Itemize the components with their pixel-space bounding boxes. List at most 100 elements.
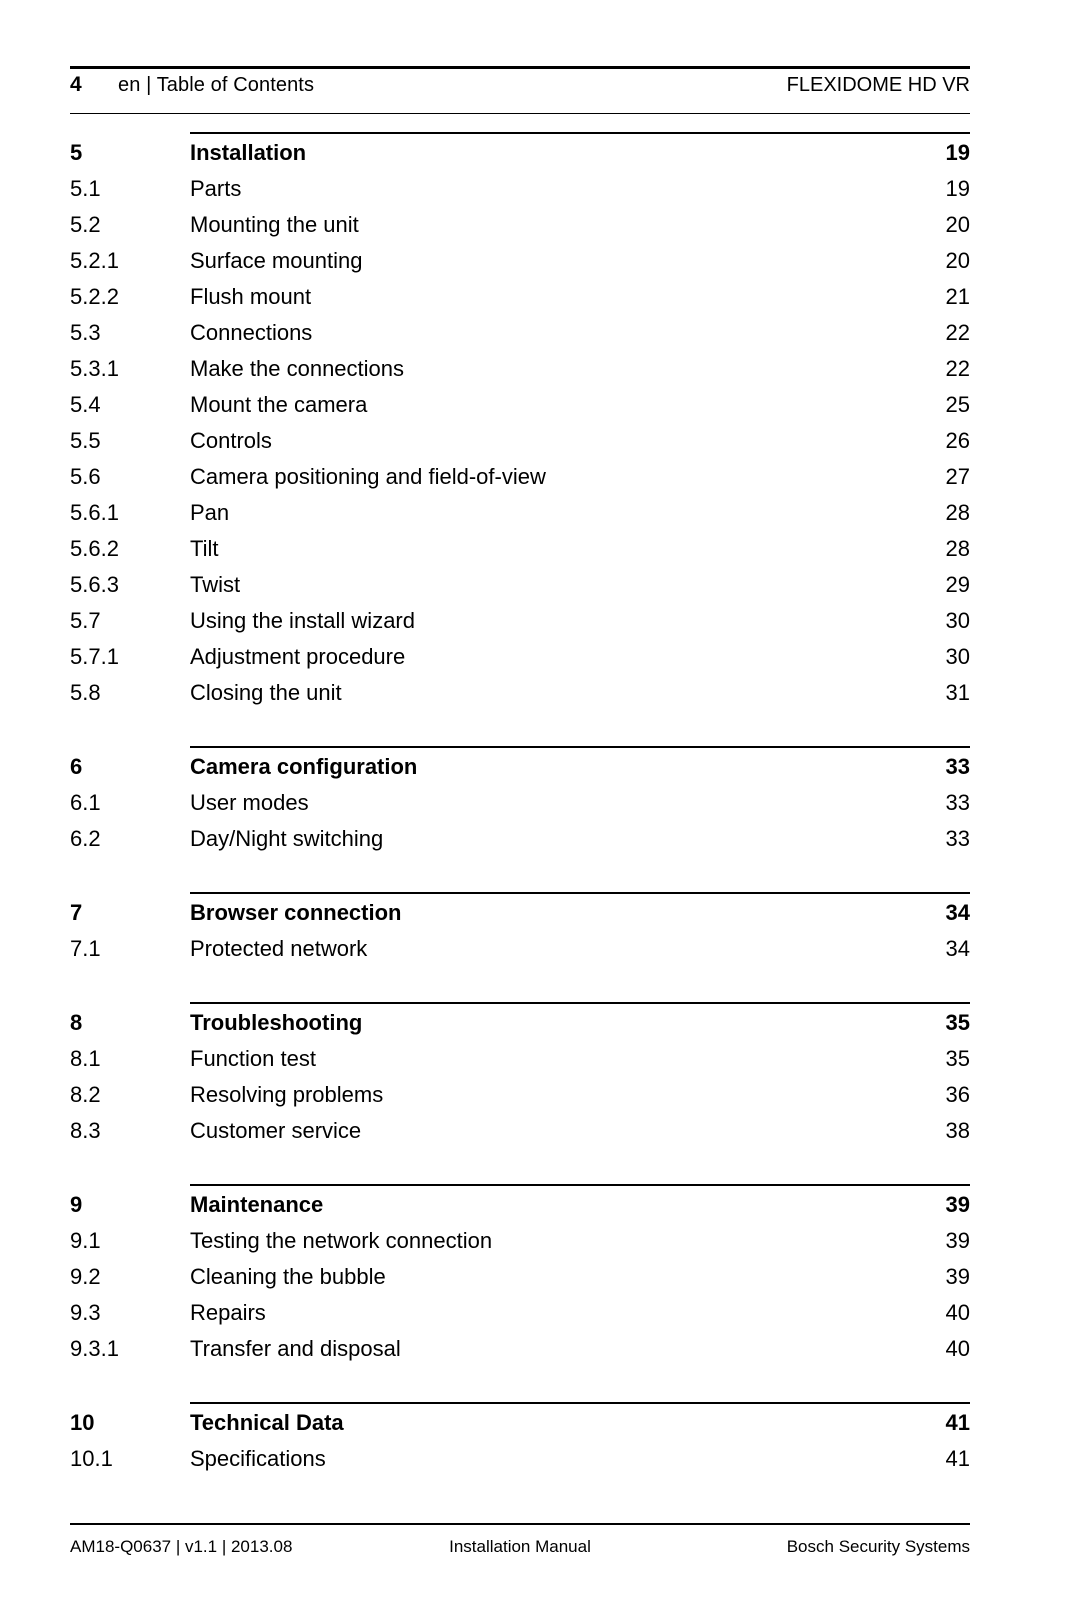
toc-entry[interactable]: 9.3.1 Transfer and disposal 40 (70, 1336, 970, 1372)
toc-section-rule (190, 1184, 970, 1186)
toc-entry-number: 8.2 (70, 1082, 101, 1107)
toc-entry-title: Function test (190, 1046, 316, 1071)
toc-entry[interactable]: 9.1 Testing the network connection 39 (70, 1228, 970, 1264)
toc-entry[interactable]: 5.2.1 Surface mounting 20 (70, 248, 970, 284)
toc-entry-title: Flush mount (190, 284, 312, 309)
toc-entry-number: 6.2 (70, 826, 101, 851)
toc-entry-page-number: 41 (945, 1410, 970, 1435)
toc-entry[interactable]: 5.2 Mounting the unit 20 (70, 212, 970, 248)
toc-entry[interactable]: 9.2 Cleaning the bubble 39 (70, 1264, 970, 1300)
toc-entry[interactable]: 10 Technical Data 41 (70, 1410, 970, 1446)
toc-entry[interactable]: 5.3 Connections 22 (70, 320, 970, 356)
toc-entry-page-number: 34 (945, 900, 970, 925)
toc-entry-number: 6.1 (70, 790, 101, 815)
toc-entry[interactable]: 9.3 Repairs 40 (70, 1300, 970, 1336)
page-footer: AM18-Q0637 | v1.1 | 2013.08 Installation… (70, 1523, 970, 1557)
toc-entry-title: Technical Data (190, 1410, 344, 1435)
toc-entry-title: Testing the network connection (190, 1228, 493, 1253)
toc-entry-page-number: 30 (945, 644, 970, 669)
toc-section-block: 9 Maintenance 39 9.1 Testing the network con… (70, 1184, 970, 1372)
toc-entry[interactable]: 8.1 Function test 35 (70, 1046, 970, 1082)
toc-section-block: 5 Installation 19 5.1 Parts 19 5.2 Mounting the… (70, 132, 970, 716)
toc-entry-page-number: 33 (945, 754, 970, 779)
toc-entry-number: 9.3 (70, 1300, 101, 1325)
toc-entry-number: 7 (70, 900, 83, 925)
toc-section-rule (190, 1402, 970, 1404)
toc-entry[interactable]: 7.1 Protected network 34 (70, 936, 970, 972)
toc-section-rule (190, 892, 970, 894)
toc-entry-page-number: 41 (945, 1446, 970, 1471)
document-page: 4 en | Table of Contents FLEXIDOME HD VR… (0, 0, 1080, 1618)
toc-entry-number: 5.2.2 (70, 284, 119, 309)
toc-entry-title: Mounting the unit (190, 212, 359, 237)
toc-entry-page-number: 34 (945, 936, 970, 961)
toc-section-rule (190, 132, 970, 134)
toc-entry-number: 5.8 (70, 680, 101, 705)
toc-entry-page-number: 26 (945, 428, 970, 453)
toc-entry-title: Resolving problems (190, 1082, 384, 1107)
toc-entry-page-number: 39 (945, 1264, 970, 1289)
toc-entry-page-number: 25 (945, 392, 970, 417)
toc-entry[interactable]: 5.6 Camera positioning and field-of-view 2… (70, 464, 970, 500)
toc-entry-page-number: 21 (945, 284, 970, 309)
header-product-title: FLEXIDOME HD VR (786, 74, 970, 96)
toc-entry[interactable]: 5 Installation 19 (70, 140, 970, 176)
toc-entry-number: 9.1 (70, 1228, 101, 1253)
toc-entry[interactable]: 5.6.3 Twist 29 (70, 572, 970, 608)
toc-entry[interactable]: 5.5 Controls 26 (70, 428, 970, 464)
toc-entry[interactable]: 5.2.2 Flush mount 21 (70, 284, 970, 320)
toc-entry-number: 5.4 (70, 392, 101, 417)
toc-entry-title: Customer service (190, 1118, 362, 1143)
toc-entry-page-number: 33 (945, 826, 970, 851)
toc-entry[interactable]: 6.1 User modes 33 (70, 790, 970, 826)
toc-section-rule (190, 746, 970, 748)
toc-entry-title: Troubleshooting (190, 1010, 363, 1035)
toc-entry-number: 5 (70, 140, 83, 165)
toc-entry-page-number: 29 (945, 572, 970, 597)
toc-entry[interactable]: 8 Troubleshooting 35 (70, 1010, 970, 1046)
toc-entry-number: 5.5 (70, 428, 101, 453)
toc-entry-page-number: 27 (945, 464, 970, 489)
toc-entry-number: 9.3.1 (70, 1336, 119, 1361)
toc-entry[interactable]: 9 Maintenance 39 (70, 1192, 970, 1228)
toc-entry[interactable]: 5.7 Using the install wizard 30 (70, 608, 970, 644)
toc-entry[interactable]: 5.3.1 Make the connections 22 (70, 356, 970, 392)
toc-entry-title: Browser connection (190, 900, 402, 925)
toc-entry-page-number: 35 (945, 1010, 970, 1035)
toc-entry[interactable]: 5.7.1 Adjustment procedure 30 (70, 644, 970, 680)
toc-entry[interactable]: 5.6.1 Pan 28 (70, 500, 970, 536)
header-breadcrumb: en | Table of Contents (118, 74, 315, 96)
toc-entry-title: Closing the unit (190, 680, 342, 705)
toc-entry[interactable]: 5.1 Parts 19 (70, 176, 970, 212)
toc-entry[interactable]: 8.2 Resolving problems 36 (70, 1082, 970, 1118)
toc-entry-number: 5.6.2 (70, 536, 119, 561)
toc-entry-number: 10 (70, 1410, 95, 1435)
toc-section-block: 8 Troubleshooting 35 8.1 Function test 35 8.2 R… (70, 1002, 970, 1154)
toc-entry-page-number: 40 (945, 1300, 970, 1325)
toc-entry-title: Specifications (190, 1446, 326, 1471)
toc-entry-page-number: 19 (945, 176, 970, 201)
toc-entry[interactable]: 8.3 Customer service 38 (70, 1118, 970, 1154)
toc-entry-number: 10.1 (70, 1446, 113, 1471)
toc-section-block: 7 Browser connection 34 7.1 Protected networ… (70, 892, 970, 972)
toc-entry-title: Controls (190, 428, 272, 453)
toc-entry[interactable]: 10.1 Specifications 41 (70, 1446, 970, 1482)
toc-entry-title: Camera configuration (190, 754, 418, 779)
toc-entry-title: Make the connections (190, 356, 405, 381)
toc-entry-number: 5.7.1 (70, 644, 119, 669)
toc-entry-title: Day/Night switching (190, 826, 384, 851)
toc-entry[interactable]: 6.2 Day/Night switching 33 (70, 826, 970, 862)
header-page-number: 4 (70, 73, 82, 96)
toc-entry-title: User modes (190, 790, 309, 815)
toc-entry-title: Parts (190, 176, 242, 201)
toc-entry-title: Repairs (190, 1300, 266, 1325)
toc-entry[interactable]: 5.6.2 Tilt 28 (70, 536, 970, 572)
toc-entry[interactable]: 5.4 Mount the camera 25 (70, 392, 970, 428)
toc-entry-title: Surface mounting (190, 248, 363, 273)
footer-document-type: Installation Manual (449, 1537, 591, 1556)
toc-entry[interactable]: 6 Camera configuration 33 (70, 754, 970, 790)
toc-entry[interactable]: 7 Browser connection 34 (70, 900, 970, 936)
toc-entry-number: 6 (70, 754, 83, 779)
toc-entry-number: 5.6 (70, 464, 101, 489)
toc-entry[interactable]: 5.8 Closing the unit 31 (70, 680, 970, 716)
